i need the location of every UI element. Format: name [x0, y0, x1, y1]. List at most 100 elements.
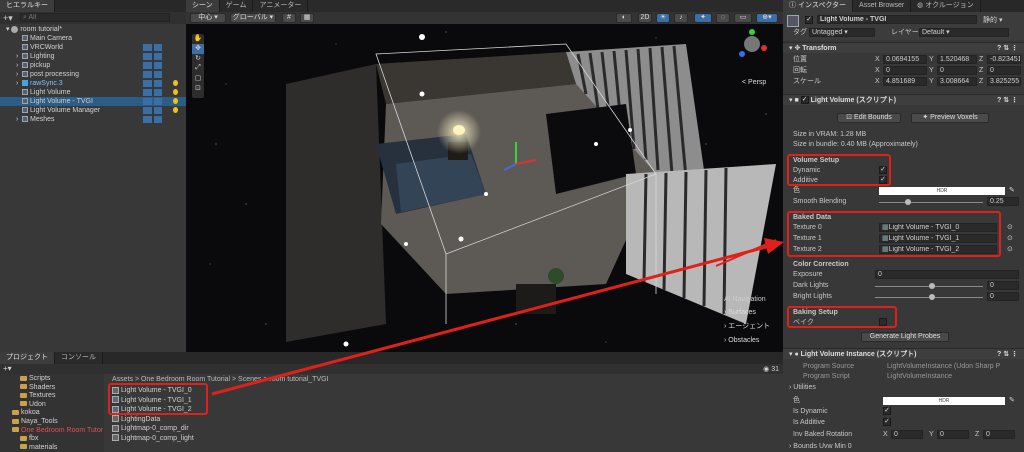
scene-row[interactable]: ▾ room tutorial*	[0, 25, 186, 34]
scene-viewport[interactable]	[186, 24, 783, 352]
transform-header[interactable]: ▾ ✥ Transform ? ⇅ ⋮	[783, 42, 1024, 53]
rot-x-field[interactable]: 0	[891, 430, 923, 439]
project-file-item[interactable]: Lightmap-0_comp_dir	[112, 424, 312, 433]
ai-nav-surfaces[interactable]: › Surfaces	[724, 306, 782, 320]
effects-toggle-button[interactable]: ✦	[694, 13, 712, 23]
pivot-dropdown[interactable]: 中心 ▾	[190, 13, 226, 23]
object-name-field[interactable]: Light Volume - TVGI	[817, 15, 977, 24]
tab-hierarchy[interactable]: ヒエラルキー	[0, 0, 55, 12]
tab-animator[interactable]: アニメーター	[253, 0, 309, 12]
rot-z-field[interactable]: 0	[983, 430, 1015, 439]
utilities-foldout[interactable]: › Utilities	[789, 383, 816, 392]
grid-snap-button[interactable]: #	[282, 13, 296, 23]
bright-lights-slider[interactable]	[875, 294, 983, 300]
tab-asset-browser[interactable]: Asset Browser	[853, 0, 912, 12]
hierarchy-item[interactable]: › Meshes	[0, 115, 186, 124]
hierarchy-item[interactable]: › pickup	[0, 61, 186, 70]
slider-knob[interactable]	[905, 199, 911, 205]
visibility-icon[interactable]	[143, 107, 152, 114]
smooth-blending-slider[interactable]	[879, 199, 983, 205]
tab-occlusion[interactable]: ◍ オクルージョン	[911, 0, 981, 12]
transform-y-field[interactable]: 3.008664	[937, 77, 977, 86]
object-picker-icon[interactable]: ⊙	[1007, 234, 1013, 242]
space-dropdown[interactable]: グローバル ▾	[230, 13, 276, 23]
hierarchy-item[interactable]: › rawSync.3	[0, 79, 186, 88]
camera-settings-button[interactable]: ▭	[734, 13, 752, 23]
is-additive-checkbox[interactable]: ✓	[883, 418, 891, 426]
pick-lock-icon[interactable]	[154, 53, 162, 60]
rot-y-field[interactable]: 0	[937, 430, 969, 439]
hidden-objects-button[interactable]: ◌	[716, 13, 730, 23]
ai-nav-agents[interactable]: › エージェント	[724, 320, 782, 334]
slider-knob[interactable]	[929, 283, 935, 289]
texture-object-field[interactable]: ▦Light Volume - TVGI_0	[879, 223, 997, 232]
edit-bounds-button[interactable]: ⊡ Edit Bounds	[837, 113, 901, 123]
transform-z-field[interactable]: 3.825255	[987, 77, 1021, 86]
component-enabled-checkbox[interactable]: ✓	[800, 96, 809, 105]
hierarchy-item[interactable]: › Lighting	[0, 52, 186, 61]
pick-lock-icon[interactable]	[154, 98, 162, 105]
draw-mode-dropdown[interactable]: ◐	[616, 13, 632, 23]
slider-knob[interactable]	[929, 294, 935, 300]
hierarchy-item[interactable]: Light Volume	[0, 88, 186, 97]
pick-lock-icon[interactable]	[154, 116, 162, 123]
project-breadcrumb[interactable]: Assets > One Bedroom Room Tutorial > Sce…	[112, 376, 329, 383]
tab-inspector[interactable]: ⓘ インスペクター	[783, 0, 854, 12]
tag-dropdown[interactable]: Untagged ▾	[809, 28, 875, 37]
orientation-gizmo[interactable]	[739, 29, 767, 57]
add-asset-icon[interactable]: +▾	[3, 364, 12, 373]
audio-toggle-button[interactable]: ♪	[674, 13, 688, 23]
instance-color-swatch[interactable]: HDR	[883, 397, 1005, 405]
hierarchy-item[interactable]: Light Volume Manager	[0, 106, 186, 115]
hierarchy-item[interactable]: Main Camera	[0, 34, 186, 43]
pick-lock-icon[interactable]	[154, 80, 162, 87]
transform-x-field[interactable]: 0	[883, 66, 927, 75]
visibility-icon[interactable]	[143, 62, 152, 69]
eyedropper-icon[interactable]: ✎	[1009, 186, 1015, 194]
tab-game[interactable]: ゲーム	[219, 0, 254, 12]
hierarchy-item[interactable]: Light Volume - TVGI	[0, 97, 186, 106]
hierarchy-item[interactable]: › post processing	[0, 70, 186, 79]
pick-lock-icon[interactable]	[154, 71, 162, 78]
transform-x-field[interactable]: 4.851689	[883, 77, 927, 86]
texture-object-field[interactable]: ▦Light Volume - TVGI_2	[879, 245, 997, 254]
bounds-min-foldout[interactable]: › Bounds Uvw Min 0	[789, 442, 852, 451]
mode-2d-button[interactable]: 2D	[638, 13, 652, 23]
layer-dropdown[interactable]: Default ▾	[919, 28, 1009, 37]
hierarchy-search-input[interactable]: ⌕ All	[20, 13, 170, 22]
project-file-item[interactable]: Lightmap-0_comp_light	[112, 434, 312, 443]
tab-project[interactable]: プロジェクト	[0, 352, 55, 364]
visibility-icon[interactable]	[143, 80, 152, 87]
grid-toggle-button[interactable]: ▦	[300, 13, 314, 23]
preview-voxels-button[interactable]: ✦ Preview Voxels	[911, 113, 989, 123]
dark-lights-slider[interactable]	[875, 283, 983, 289]
gizmos-button[interactable]: ⊕▾	[756, 13, 778, 23]
texture-object-field[interactable]: ▦Light Volume - TVGI_1	[879, 234, 997, 243]
exposure-field[interactable]: 0	[875, 270, 1019, 279]
lighting-toggle-button[interactable]: ☀	[656, 13, 670, 23]
pick-lock-icon[interactable]	[154, 62, 162, 69]
tab-scene[interactable]: シーン	[186, 0, 220, 12]
object-picker-icon[interactable]: ⊙	[1007, 245, 1013, 253]
transform-y-field[interactable]: 0	[937, 66, 977, 75]
generate-light-probes-button[interactable]: Generate Light Probes	[861, 332, 949, 342]
smooth-blending-value[interactable]: 0.25	[987, 197, 1019, 206]
transform-z-field[interactable]: -0.823451	[987, 55, 1021, 64]
visibility-icon[interactable]	[143, 53, 152, 60]
add-icon[interactable]: +▾	[3, 13, 13, 24]
component-menu-icon[interactable]: ? ⇅ ⋮	[997, 43, 1018, 54]
hierarchy-item[interactable]: VRCWorld	[0, 43, 186, 52]
light-volume-header[interactable]: ▾ ■ ✓ Light Volume (スクリプト) ? ⇅ ⋮	[783, 94, 1024, 105]
static-checkbox[interactable]: 静的 ▾	[983, 15, 1002, 25]
pick-lock-icon[interactable]	[154, 107, 162, 114]
transform-x-field[interactable]: 0.0694155	[883, 55, 927, 64]
pick-lock-icon[interactable]	[154, 44, 162, 51]
eyedropper-icon[interactable]: ✎	[1009, 396, 1015, 404]
visibility-icon[interactable]	[143, 71, 152, 78]
visibility-icon[interactable]	[143, 44, 152, 51]
bright-lights-value[interactable]: 0	[987, 292, 1019, 301]
component-menu-icon[interactable]: ? ⇅ ⋮	[997, 95, 1018, 106]
light-volume-instance-header[interactable]: ▾ ● Light Volume Instance (スクリプト) ? ⇅ ⋮	[783, 348, 1024, 359]
project-folder-item[interactable]: materials	[0, 443, 104, 452]
ai-nav-obstacles[interactable]: › Obstacles	[724, 334, 782, 348]
